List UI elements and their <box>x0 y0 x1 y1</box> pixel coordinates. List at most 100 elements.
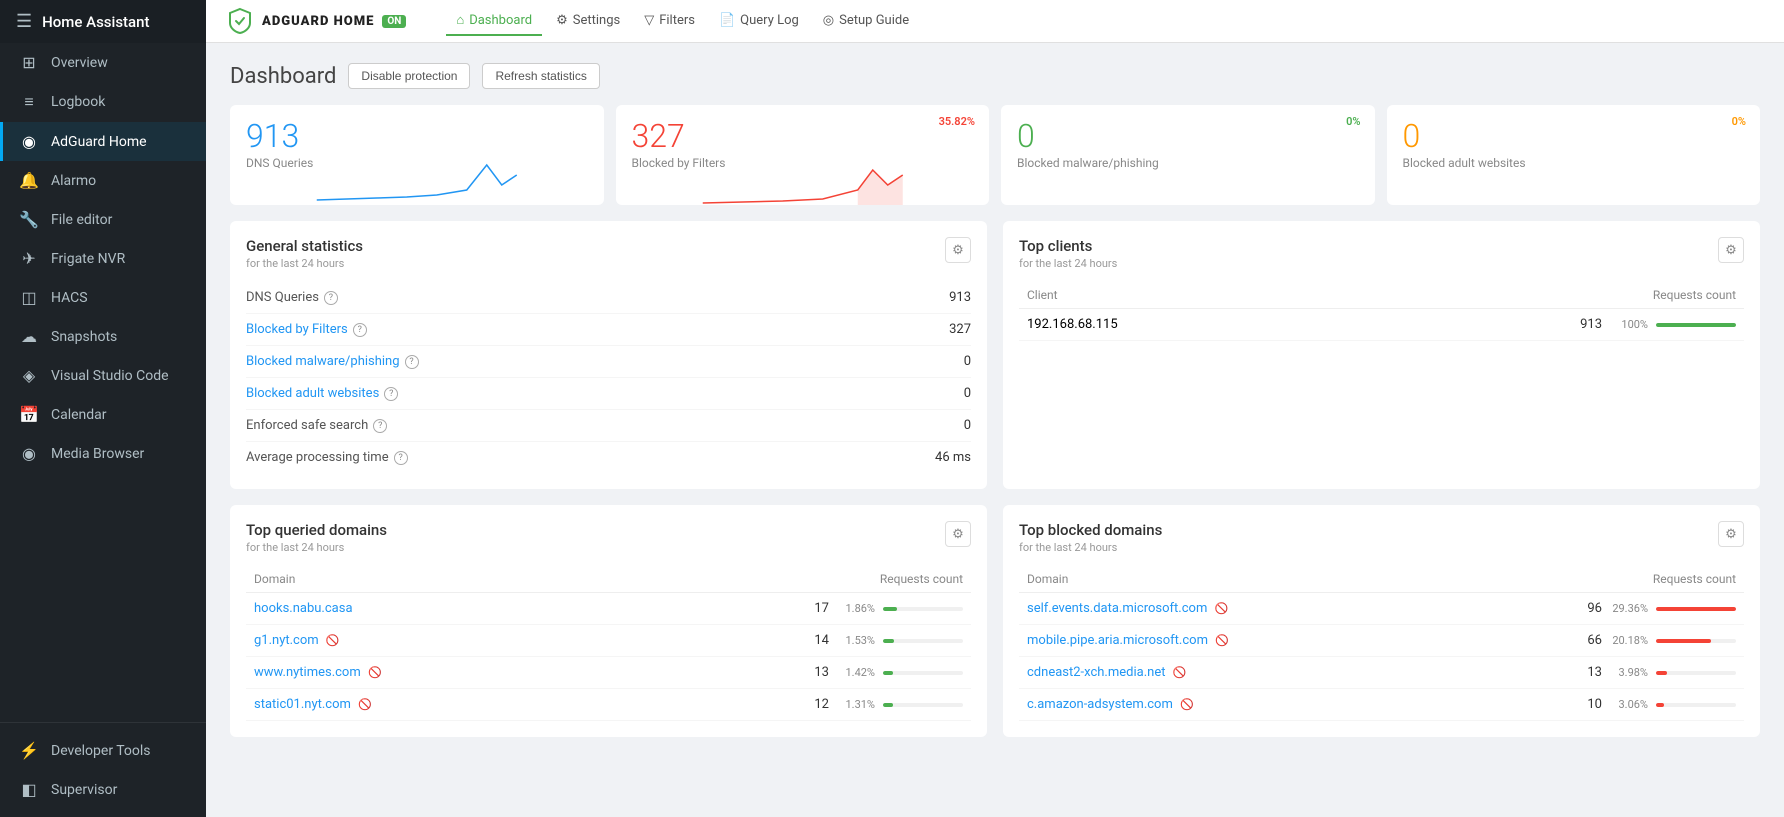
disable-protection-button[interactable]: Disable protection <box>348 63 470 89</box>
top-queried-titles: Top queried domains for the last 24 hour… <box>246 521 387 554</box>
topnav-filters[interactable]: ▽ Filters <box>634 7 705 36</box>
adult-row-label[interactable]: Blocked adult websites ? <box>246 386 398 401</box>
top-queried-header: Top queried domains for the last 24 hour… <box>246 521 971 554</box>
domain-filter-icon: 🚫 <box>368 666 382 679</box>
req-cell: 13 3.98% <box>1416 657 1744 689</box>
stats-clients-row: General statistics for the last 24 hours… <box>230 221 1760 489</box>
table-row: hooks.nabu.casa 17 1.86% <box>246 593 971 625</box>
client-col-header: Client <box>1019 282 1289 309</box>
general-stats-subtitle: for the last 24 hours <box>246 257 363 270</box>
req-num: 17 <box>799 601 829 616</box>
domain-cell: hooks.nabu.casa <box>246 593 568 625</box>
help-icon[interactable]: ? <box>324 291 338 305</box>
domain-link[interactable]: www.nytimes.com <box>254 665 361 680</box>
sidebar-item-vscode[interactable]: ◈ Visual Studio Code <box>0 356 206 395</box>
stat-card-blocked: 35.82% 327 Blocked by Filters <box>616 105 990 205</box>
sidebar-item-file-editor[interactable]: 🔧 File editor <box>0 200 206 239</box>
stat-card-dns: 913 DNS Queries <box>230 105 604 205</box>
dns-queries-value: 913 <box>246 119 588 154</box>
safe-search-row-value: 0 <box>964 418 971 433</box>
req-pct: 100% <box>1610 318 1648 331</box>
sidebar-item-hacs[interactable]: ◫ HACS <box>0 278 206 317</box>
sidebar-item-snapshots[interactable]: ☁ Snapshots <box>0 317 206 356</box>
top-blocked-gear-button[interactable]: ⚙ <box>1718 521 1744 547</box>
domain-cell: static01.nyt.com 🚫 <box>246 689 568 721</box>
general-stats-header: General statistics for the last 24 hours… <box>246 237 971 270</box>
adult-percent: 0% <box>1732 115 1746 128</box>
domain-cell: mobile.pipe.aria.microsoft.com 🚫 <box>1019 625 1416 657</box>
general-stats-panel: General statistics for the last 24 hours… <box>230 221 987 489</box>
sidebar-item-label: Logbook <box>51 94 105 110</box>
malware-row-label[interactable]: Blocked malware/phishing ? <box>246 354 419 369</box>
stats-row-malware: Blocked malware/phishing ? 0 <box>246 346 971 378</box>
menu-icon[interactable]: ☰ <box>16 11 32 32</box>
topnav-dashboard[interactable]: ⌂ Dashboard <box>446 6 542 36</box>
domain-cell: c.amazon-adsystem.com 🚫 <box>1019 689 1416 721</box>
help-icon[interactable]: ? <box>384 387 398 401</box>
sidebar-item-adguard[interactable]: ◉ AdGuard Home <box>0 122 206 161</box>
table-row: c.amazon-adsystem.com 🚫 10 3.06% <box>1019 689 1744 721</box>
frigate-icon: ✈ <box>19 249 39 268</box>
general-stats-title: General statistics <box>246 237 363 255</box>
topnav-settings[interactable]: ⚙ Settings <box>546 7 630 36</box>
help-icon[interactable]: ? <box>373 419 387 433</box>
cloud-icon: ☁ <box>19 327 39 346</box>
domain-cell: g1.nyt.com 🚫 <box>246 625 568 657</box>
sidebar-item-label: Overview <box>51 55 108 71</box>
general-stats-gear-button[interactable]: ⚙ <box>945 237 971 263</box>
table-row: cdneast2-xch.media.net 🚫 13 3.98% <box>1019 657 1744 689</box>
help-icon[interactable]: ? <box>394 451 408 465</box>
domain-link[interactable]: self.events.data.microsoft.com <box>1027 601 1207 616</box>
adult-value: 0 <box>1403 119 1745 154</box>
sidebar-item-supervisor[interactable]: ◧ Supervisor <box>0 770 206 809</box>
sidebar-item-dev-tools[interactable]: ⚡ Developer Tools <box>0 731 206 770</box>
sidebar-item-label: Visual Studio Code <box>51 368 169 384</box>
sidebar-bottom: ⚡ Developer Tools ◧ Supervisor <box>0 722 206 817</box>
top-clients-panel: Top clients for the last 24 hours ⚙ Clie… <box>1003 221 1760 489</box>
top-clients-table: Client Requests count 192.168.68.115 913… <box>1019 282 1744 341</box>
sidebar-item-calendar[interactable]: 📅 Calendar <box>0 395 206 434</box>
help-icon[interactable]: ? <box>353 323 367 337</box>
main-area: ADGUARD HOME ON ⌂ Dashboard ⚙ Settings ▽… <box>206 0 1784 817</box>
queried-domain-col: Domain <box>246 566 568 593</box>
brand-name: ADGUARD HOME <box>262 14 374 29</box>
domain-link[interactable]: g1.nyt.com <box>254 633 319 648</box>
blocked-filters-row-value: 327 <box>949 322 971 337</box>
stats-row-safe-search: Enforced safe search ? 0 <box>246 410 971 442</box>
query-log-icon: 📄 <box>719 13 735 28</box>
code-icon: ◈ <box>19 366 39 385</box>
blocked-percent: 35.82% <box>939 115 975 128</box>
sidebar-item-logbook[interactable]: ≡ Logbook <box>0 82 206 122</box>
malware-row-value: 0 <box>964 354 971 369</box>
domain-filter-icon: 🚫 <box>1180 698 1194 711</box>
domain-link[interactable]: cdneast2-xch.media.net <box>1027 665 1165 680</box>
domain-cell: self.events.data.microsoft.com 🚫 <box>1019 593 1416 625</box>
domain-link[interactable]: c.amazon-adsystem.com <box>1027 697 1173 712</box>
sidebar-item-overview[interactable]: ⊞ Overview <box>0 43 206 82</box>
top-blocked-subtitle: for the last 24 hours <box>1019 541 1162 554</box>
top-queried-gear-button[interactable]: ⚙ <box>945 521 971 547</box>
req-num: 913 <box>1572 317 1602 332</box>
blocked-filters-row-label[interactable]: Blocked by Filters ? <box>246 322 367 337</box>
sidebar-item-alarmo[interactable]: 🔔 Alarmo <box>0 161 206 200</box>
domain-link[interactable]: hooks.nabu.casa <box>254 601 353 616</box>
blocked-sparkline <box>616 155 990 205</box>
top-clients-gear-button[interactable]: ⚙ <box>1718 237 1744 263</box>
sidebar-item-media[interactable]: ◉ Media Browser <box>0 434 206 473</box>
help-icon[interactable]: ? <box>405 355 419 369</box>
brand: ADGUARD HOME ON <box>226 7 406 35</box>
safe-search-row-label: Enforced safe search ? <box>246 418 387 433</box>
domain-link[interactable]: static01.nyt.com <box>254 697 351 712</box>
wrench-icon: 🔧 <box>19 210 39 229</box>
topnav-query-log[interactable]: 📄 Query Log <box>709 7 809 36</box>
malware-value: 0 <box>1017 119 1359 154</box>
refresh-statistics-button[interactable]: Refresh statistics <box>482 63 599 89</box>
sidebar-item-label: File editor <box>51 212 112 228</box>
domain-cell: www.nytimes.com 🚫 <box>246 657 568 689</box>
domain-link[interactable]: mobile.pipe.aria.microsoft.com <box>1027 633 1208 648</box>
top-clients-header: Top clients for the last 24 hours ⚙ <box>1019 237 1744 270</box>
sidebar-item-frigate[interactable]: ✈ Frigate NVR <box>0 239 206 278</box>
progress-bar <box>883 639 894 643</box>
topnav-setup-guide[interactable]: ◎ Setup Guide <box>813 7 919 36</box>
domain-cell: cdneast2-xch.media.net 🚫 <box>1019 657 1416 689</box>
